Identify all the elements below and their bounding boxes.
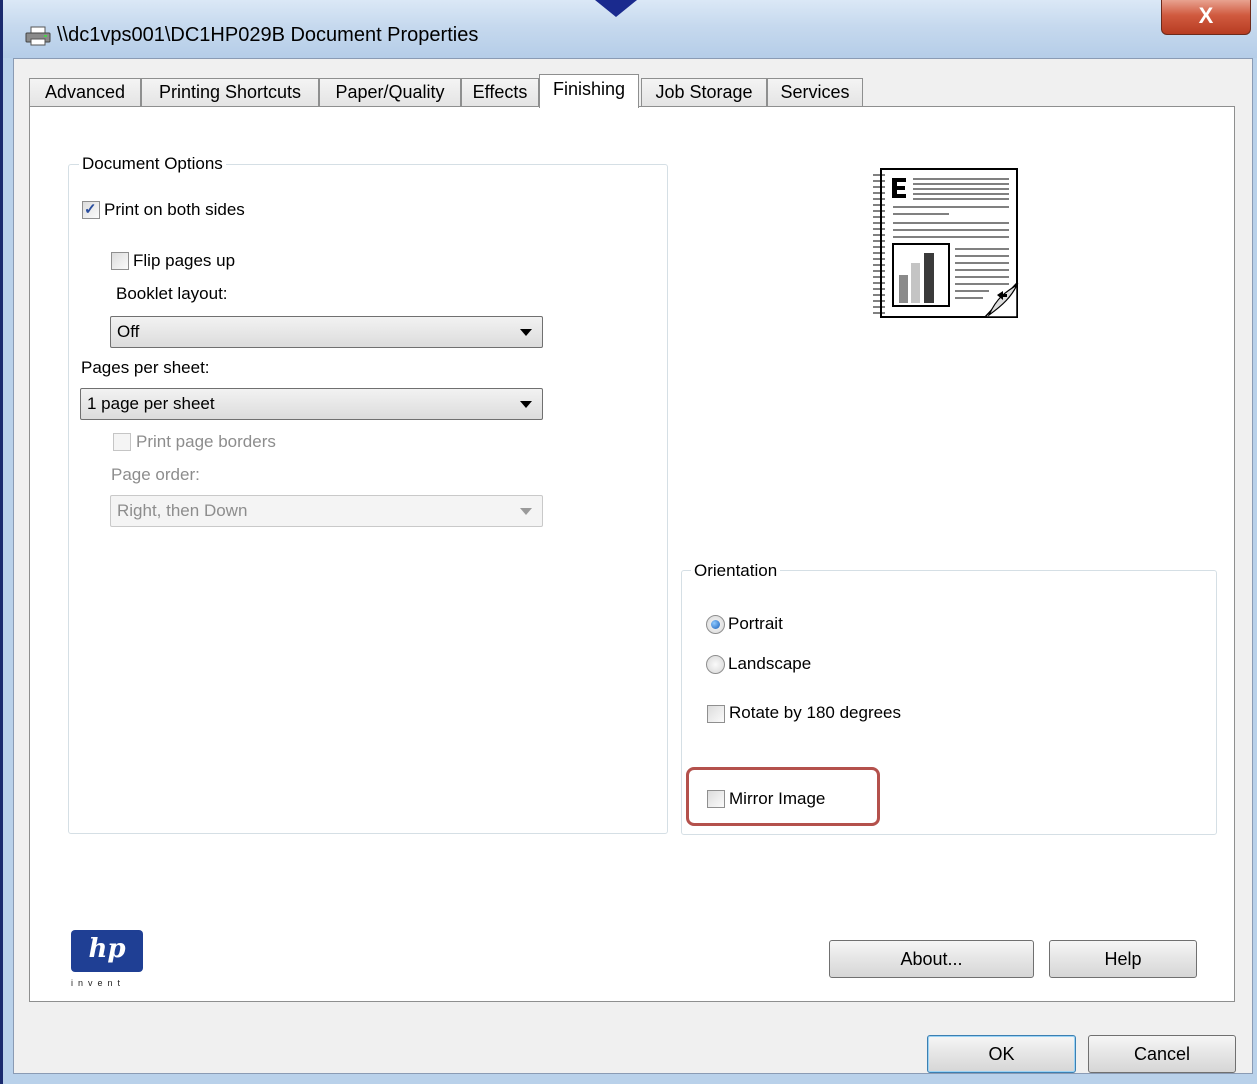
booklet-layout-value: Off: [117, 322, 140, 341]
booklet-layout-label: Booklet layout:: [116, 284, 228, 303]
landscape-radio[interactable]: [706, 655, 725, 674]
tab-job-storage[interactable]: Job Storage: [641, 78, 767, 106]
chevron-down-icon: [520, 329, 532, 336]
document-properties-window: \\dc1vps001\DC1HP029B Document Propertie…: [0, 0, 1257, 1084]
portrait-label: Portrait: [728, 614, 783, 633]
tab-label: Advanced: [44, 82, 126, 102]
tab-label: Job Storage: [655, 82, 753, 102]
tab-printing-shortcuts[interactable]: Printing Shortcuts: [141, 78, 319, 106]
print-both-sides-checkbox[interactable]: ✓: [82, 201, 100, 219]
about-button[interactable]: About...: [829, 940, 1034, 978]
hp-tagline: invent: [71, 978, 126, 988]
window-title: \\dc1vps001\DC1HP029B Document Propertie…: [57, 24, 479, 46]
cancel-button[interactable]: Cancel: [1088, 1035, 1236, 1073]
tab-paper-quality[interactable]: Paper/Quality: [319, 78, 461, 106]
tab-finishing[interactable]: Finishing: [539, 74, 639, 108]
checkmark-icon: ✓: [84, 201, 97, 218]
document-preview-icon: [873, 168, 1019, 318]
tab-effects[interactable]: Effects: [461, 78, 539, 106]
tab-label: Printing Shortcuts: [158, 82, 302, 102]
chevron-down-icon: [520, 508, 532, 515]
tab-label: Effects: [472, 82, 528, 102]
print-both-sides-label: Print on both sides: [104, 200, 245, 219]
flip-pages-up-label: Flip pages up: [133, 251, 236, 270]
pointer-arrow-icon: [595, 0, 637, 17]
pages-per-sheet-label: Pages per sheet:: [81, 358, 210, 377]
close-icon: X: [1198, 3, 1214, 28]
printer-icon: [25, 26, 51, 46]
orientation-label: Orientation: [691, 561, 781, 581]
document-options-label: Document Options: [79, 154, 226, 174]
rotate-180-label: Rotate by 180 degrees: [729, 703, 902, 722]
tab-label: Paper/Quality: [335, 82, 445, 102]
rotate-180-checkbox[interactable]: [707, 705, 725, 723]
page-order-select[interactable]: Right, then Down: [110, 495, 543, 527]
booklet-layout-select[interactable]: Off: [110, 316, 543, 348]
tab-label: Finishing: [552, 79, 626, 99]
tab-advanced[interactable]: Advanced: [29, 78, 141, 106]
landscape-label: Landscape: [728, 654, 812, 673]
page-order-value: Right, then Down: [117, 501, 248, 520]
close-button[interactable]: X: [1161, 0, 1251, 35]
page-order-label: Page order:: [111, 465, 200, 484]
mirror-image-checkbox[interactable]: [707, 790, 725, 808]
chevron-down-icon: [520, 401, 532, 408]
ok-button[interactable]: OK: [927, 1035, 1076, 1073]
mirror-image-label: Mirror Image: [729, 789, 826, 808]
print-page-borders-checkbox[interactable]: [113, 433, 131, 451]
flip-pages-up-checkbox[interactable]: [111, 252, 129, 270]
tab-services[interactable]: Services: [767, 78, 863, 106]
pages-per-sheet-value: 1 page per sheet: [87, 394, 215, 413]
hp-logo-text: hp: [88, 934, 126, 964]
portrait-radio[interactable]: [706, 615, 725, 634]
help-button[interactable]: Help: [1049, 940, 1197, 978]
print-page-borders-label: Print page borders: [136, 432, 276, 451]
hp-logo: hp: [71, 930, 143, 972]
pages-per-sheet-select[interactable]: 1 page per sheet: [80, 388, 543, 420]
tab-label: Services: [780, 82, 850, 102]
radio-selected-dot: [711, 620, 720, 629]
